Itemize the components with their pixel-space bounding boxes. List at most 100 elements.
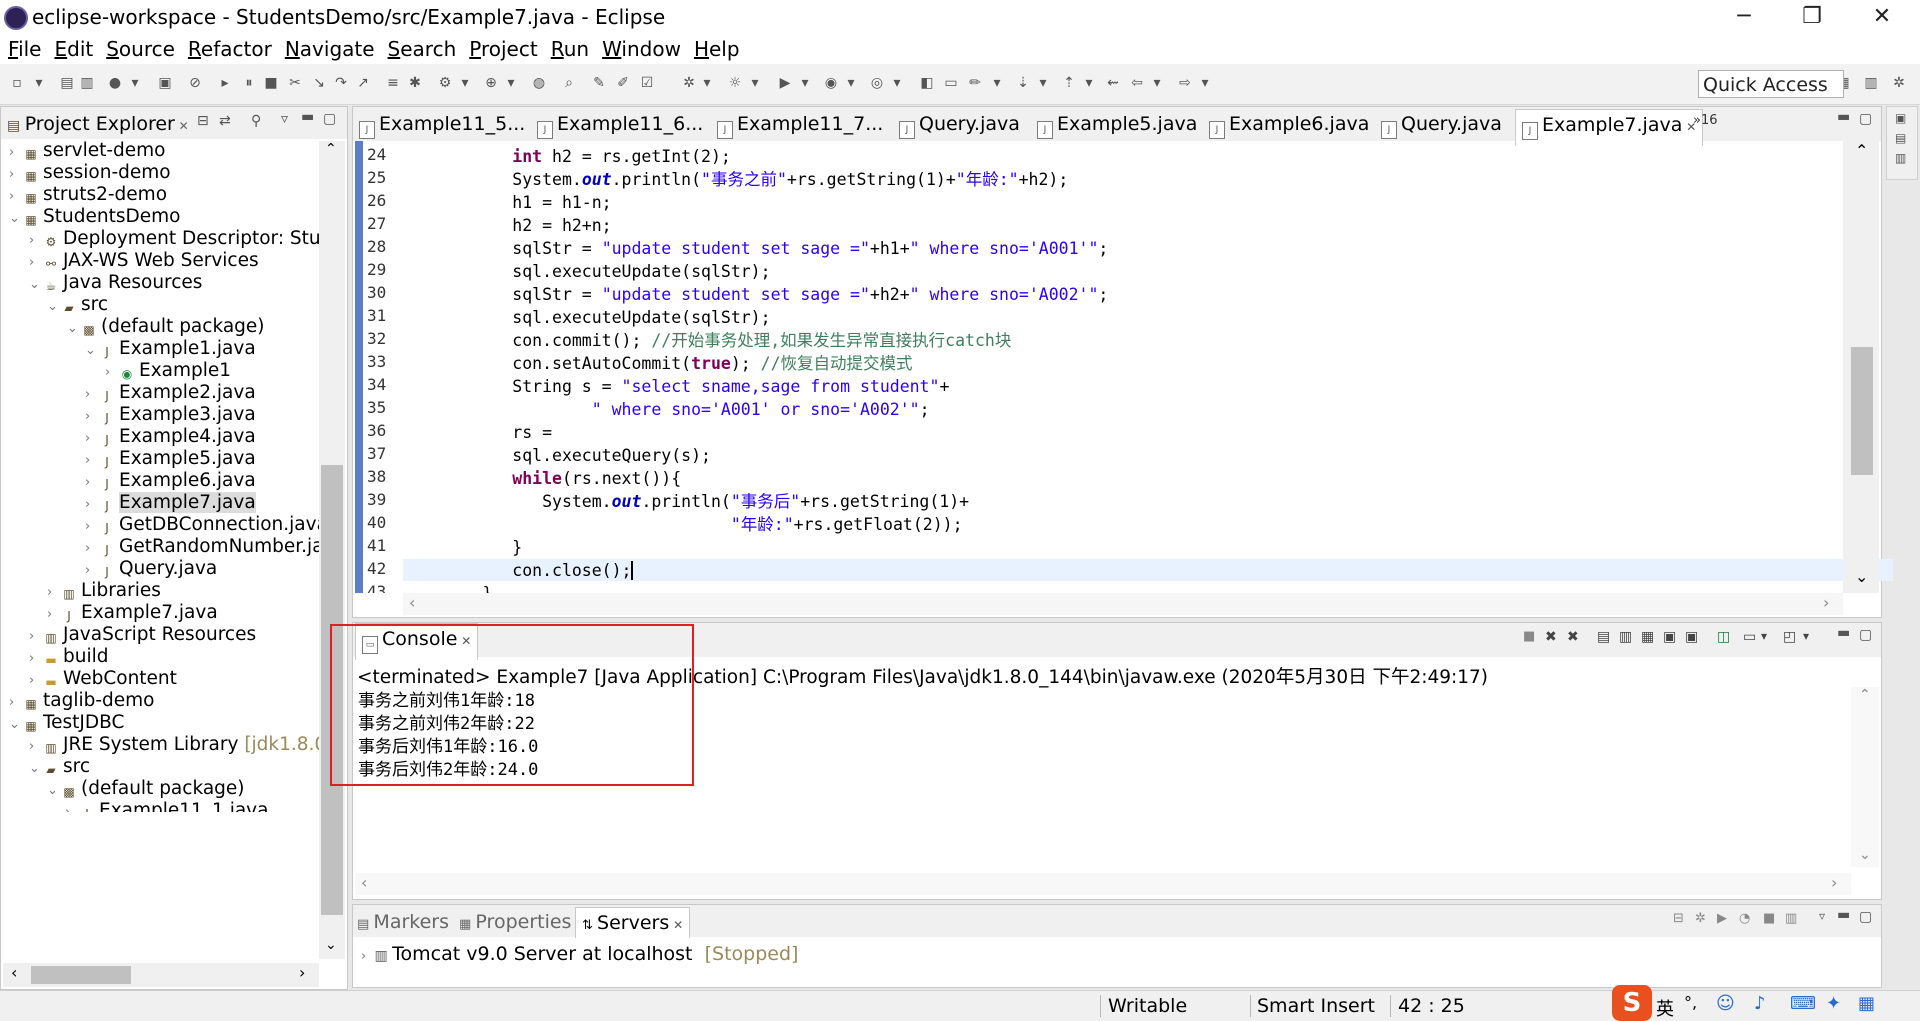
emoji-icon[interactable]: ☺ xyxy=(1716,993,1735,1014)
editor-tab-query-1[interactable]: J Query.java xyxy=(899,113,1020,139)
tree-item-getrandomnumber-java[interactable]: › J GetRandomNumber.ja xyxy=(85,536,324,558)
show-stdout-icon[interactable]: ▣ xyxy=(1663,629,1676,645)
collapse-icon[interactable]: ⊟ xyxy=(1673,911,1684,926)
step-return-icon[interactable]: ↗ xyxy=(354,74,372,92)
forward-icon[interactable]: ⇨ xyxy=(1176,74,1194,92)
microphone-icon[interactable]: ♪ xyxy=(1754,993,1766,1014)
tree-item-default-package[interactable]: ⌄ ▩ (default package) xyxy=(67,316,265,338)
globe-icon[interactable]: ◍ xyxy=(530,74,548,92)
scroll-down-icon[interactable]: ⌄ xyxy=(1855,567,1868,586)
menu-refactor[interactable]: Refactor xyxy=(183,36,277,62)
properties-tab[interactable]: ▦ Properties xyxy=(459,911,571,933)
project-explorer-tab[interactable]: ▤ Project Explorer ✕ xyxy=(7,113,189,135)
dropdown-icon[interactable]: ▾ xyxy=(1196,74,1214,92)
step-over-icon[interactable]: ↷ xyxy=(332,74,350,92)
tab-overflow-indicator[interactable]: »16 xyxy=(1693,113,1718,128)
editor-tab-example5[interactable]: J Example5.java xyxy=(1037,113,1197,139)
menu-project[interactable]: Project xyxy=(464,36,542,62)
chevron-down-icon[interactable]: ⌄ xyxy=(85,340,99,362)
tree-item-example3-java[interactable]: › J Example3.java xyxy=(85,404,256,426)
chevron-right-icon[interactable]: › xyxy=(65,802,79,812)
server-row[interactable]: › ▥ Tomcat v9.0 Server at localhost [Sto… xyxy=(361,943,798,965)
chevron-right-icon[interactable]: › xyxy=(361,949,374,964)
dropdown-icon[interactable]: ▾ xyxy=(126,74,144,92)
scroll-up-icon[interactable]: ⌃ xyxy=(325,141,337,157)
scroll-left-icon[interactable]: ‹ xyxy=(409,593,415,612)
run-icon[interactable]: ▶ xyxy=(776,74,794,92)
dropdown-icon[interactable]: ▾ xyxy=(30,74,48,92)
chevron-right-icon[interactable]: › xyxy=(29,648,43,670)
maximize-view-icon[interactable]: ▢ xyxy=(1859,627,1872,643)
dropdown-icon[interactable]: ▾ xyxy=(746,74,764,92)
explorer-horizontal-scrollbar[interactable]: ‹ › xyxy=(3,963,319,987)
chevron-right-icon[interactable]: › xyxy=(29,230,43,252)
tree-item-webcontent[interactable]: › ▬ WebContent xyxy=(29,668,177,690)
scroll-up-icon[interactable]: ⌃ xyxy=(1859,687,1871,703)
outline-icon[interactable]: ▤ xyxy=(1895,131,1906,145)
chevron-right-icon[interactable]: › xyxy=(85,538,99,560)
terminal-icon[interactable]: ▣ xyxy=(156,74,174,92)
suspend-icon[interactable]: ⏸ xyxy=(240,74,258,92)
view-menu-icon[interactable]: ▿ xyxy=(281,111,288,127)
bug-icon[interactable]: ✲ xyxy=(680,74,698,92)
tree-item-struts2-demo[interactable]: › ▦ struts2-demo xyxy=(9,184,167,206)
next-annotation-icon[interactable]: ⇣ xyxy=(1014,74,1032,92)
chevron-down-icon[interactable]: ⌄ xyxy=(29,274,43,296)
close-tab-icon[interactable]: ✕ xyxy=(175,119,189,133)
dropdown-icon[interactable]: ▾ xyxy=(1148,74,1166,92)
editor-tab-example11-5[interactable]: J Example11_5... xyxy=(359,113,525,139)
coverage-icon[interactable]: ◎ xyxy=(868,74,886,92)
chevron-right-icon[interactable]: › xyxy=(105,362,119,384)
menu-edit[interactable]: Edit xyxy=(49,36,98,62)
maximize-view-icon[interactable]: ▢ xyxy=(323,111,336,127)
chevron-down-icon[interactable]: ⌄ xyxy=(67,318,81,340)
chevron-right-icon[interactable]: › xyxy=(47,604,61,626)
tree-item-example7-java-root[interactable]: › J Example7.java xyxy=(47,602,218,624)
chevron-right-icon[interactable]: › xyxy=(29,626,43,648)
minimize-view-icon[interactable]: ▬ xyxy=(1837,625,1850,641)
step-into-icon[interactable]: ↘ xyxy=(310,74,328,92)
publish-icon[interactable]: ▥ xyxy=(1785,911,1797,926)
save-all-icon[interactable]: ▥ xyxy=(78,74,96,92)
debug-icon[interactable]: ● xyxy=(106,74,124,92)
tree-item-src[interactable]: ⌄ ▰ src xyxy=(47,294,108,316)
perspective-java-icon[interactable]: ▥ xyxy=(1862,74,1880,92)
close-tab-icon[interactable]: ✕ xyxy=(669,918,683,932)
clear-console-icon[interactable]: ▤ xyxy=(1597,629,1610,645)
dropdown-icon[interactable]: ▾ xyxy=(456,74,474,92)
new-java-icon[interactable]: ⊕ xyxy=(482,74,500,92)
tree-item-example5-java[interactable]: › J Example5.java xyxy=(85,448,256,470)
tree-item-default-package-2[interactable]: ⌄ ▩ (default package) xyxy=(47,778,245,800)
minimize-view-icon[interactable]: ▬ xyxy=(1837,907,1850,923)
scroll-right-icon[interactable]: › xyxy=(1831,873,1837,892)
chevron-right-icon[interactable]: › xyxy=(85,560,99,582)
maximize-view-icon[interactable]: ▢ xyxy=(1859,909,1872,925)
chevron-right-icon[interactable]: › xyxy=(29,670,43,692)
filter-icon[interactable]: ⚲ xyxy=(251,113,261,129)
tree-item-deployment-descriptor[interactable]: › ⚙ Deployment Descriptor: Stude xyxy=(29,228,344,250)
maximize-view-icon[interactable]: ▢ xyxy=(1859,111,1872,127)
minimize-view-icon[interactable]: ▬ xyxy=(301,109,314,125)
dropdown-icon[interactable]: ▾ xyxy=(888,74,906,92)
tree-item-src-2[interactable]: ⌄ ▰ src xyxy=(29,756,90,778)
chevron-right-icon[interactable]: › xyxy=(85,516,99,538)
tree-item-libraries[interactable]: › ▥ Libraries xyxy=(47,580,161,602)
menu-window[interactable]: Window xyxy=(597,36,686,62)
console-vertical-scrollbar[interactable]: ⌃ ⌄ xyxy=(1851,687,1879,867)
scroll-down-icon[interactable]: ⌄ xyxy=(1859,847,1871,863)
open-folder-icon[interactable]: ▭ xyxy=(942,74,960,92)
dropdown-icon[interactable]: ▾ xyxy=(1080,74,1098,92)
chevron-right-icon[interactable]: › xyxy=(29,252,43,274)
quick-access-field[interactable]: Quick Access xyxy=(1698,70,1844,98)
link-editor-icon[interactable]: ⇄ xyxy=(219,113,231,129)
server-icon[interactable]: ⚙ xyxy=(436,74,454,92)
tree-item-session-demo[interactable]: › ▦ session-demo xyxy=(9,162,171,184)
new-icon[interactable]: ▫ xyxy=(8,74,26,92)
tree-item-example1-class[interactable]: › ◉ Example1 xyxy=(105,360,231,382)
minimize-view-icon[interactable]: ▬ xyxy=(1837,109,1850,125)
tree-item-servlet-demo[interactable]: › ▦ servlet-demo xyxy=(9,140,166,162)
console-horizontal-scrollbar[interactable]: ‹ › xyxy=(355,873,1851,895)
task-list-icon[interactable]: ▥ xyxy=(1895,151,1906,165)
prev-annotation-icon[interactable]: ⇡ xyxy=(1060,74,1078,92)
menu-run[interactable]: Run xyxy=(546,36,594,62)
